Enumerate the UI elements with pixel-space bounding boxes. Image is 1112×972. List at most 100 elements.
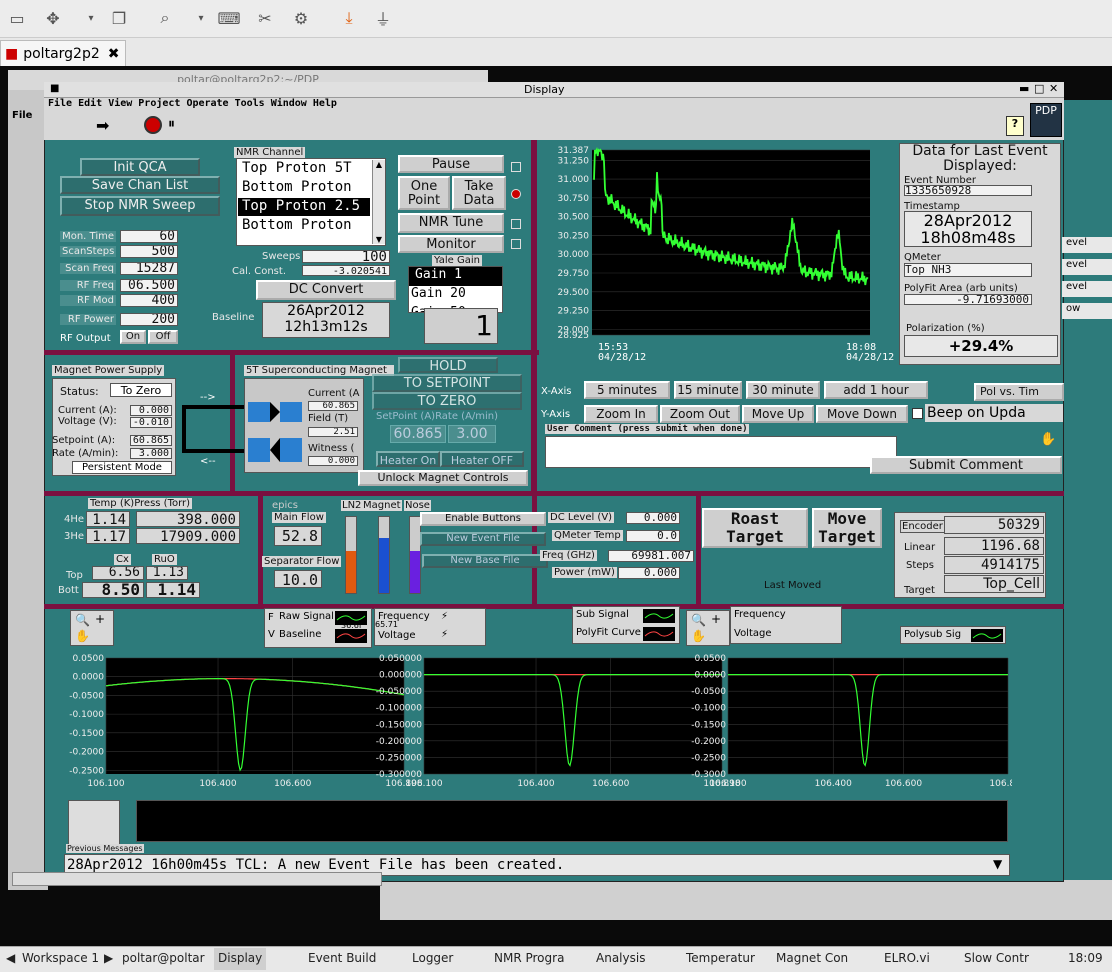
taskbar-item[interactable]: Logger: [412, 948, 453, 970]
y-axis-button[interactable]: Move Up: [742, 405, 814, 423]
session-tab[interactable]: ■ poltarg2p2 ✖: [0, 40, 126, 66]
scroll-down-icon[interactable]: ▼: [373, 235, 385, 244]
field-value[interactable]: 200: [120, 313, 178, 326]
help-icon[interactable]: ?: [1006, 116, 1024, 136]
submit-comment-button[interactable]: Submit Comment: [870, 456, 1062, 474]
menu-view[interactable]: View: [108, 98, 132, 112]
hand-icon[interactable]: ✋: [75, 629, 90, 643]
zoom-icon[interactable]: ⌕: [152, 6, 178, 30]
hand-icon[interactable]: ✋: [1040, 432, 1056, 447]
baseline-checkbox[interactable]: V: [268, 629, 275, 640]
dropdown-icon[interactable]: ▾: [78, 6, 104, 30]
dropdown-icon[interactable]: ▾: [188, 6, 214, 30]
scrollbar[interactable]: ▲ ▼: [372, 160, 385, 244]
stop-icon[interactable]: [144, 116, 162, 134]
close-icon[interactable]: ✕: [1049, 82, 1058, 95]
nmr-channel-option[interactable]: Bottom Proton: [238, 217, 370, 235]
monitor-button[interactable]: Monitor: [398, 235, 504, 253]
enable-buttons-button[interactable]: Enable Buttons: [420, 512, 546, 526]
one-point-button[interactable]: One Point: [398, 176, 450, 210]
beep-checkbox[interactable]: [912, 408, 923, 419]
prev-workspace-icon[interactable]: ◀: [6, 948, 15, 970]
field-value[interactable]: 15287: [120, 262, 178, 275]
menu-file[interactable]: File: [48, 98, 72, 112]
bg-menu-file[interactable]: File: [12, 110, 32, 121]
scroll-up-icon[interactable]: ▲: [373, 160, 385, 169]
menu-edit[interactable]: Edit: [78, 98, 102, 112]
take-data-button[interactable]: Take Data: [452, 176, 506, 210]
nmr-channel-option[interactable]: Top Proton 2.5: [238, 198, 370, 216]
setpoint-field[interactable]: 60.865: [130, 435, 172, 446]
taskbar-item[interactable]: Event Build: [308, 948, 376, 970]
pol-vs-time-button[interactable]: Pol vs. Tim: [974, 383, 1064, 401]
save-chan-list-button[interactable]: Save Chan List: [60, 176, 220, 194]
persistent-mode-button[interactable]: Persistent Mode: [72, 461, 172, 474]
field-value[interactable]: 400: [120, 294, 178, 307]
y-axis-button[interactable]: Move Down: [816, 405, 908, 423]
x-axis-button[interactable]: add 1 hour: [824, 381, 928, 399]
pause-button[interactable]: Pause: [398, 155, 504, 173]
pause-icon[interactable]: ⏸: [168, 116, 175, 132]
field-value[interactable]: 06.500: [120, 279, 178, 292]
window-icon[interactable]: ▭: [4, 6, 30, 30]
y-axis-button[interactable]: Zoom Out: [660, 405, 740, 423]
rf-off-button[interactable]: Off: [148, 330, 178, 344]
menu-project[interactable]: Project: [138, 98, 180, 112]
x-axis-button[interactable]: 15 minute: [674, 381, 742, 399]
gain-option[interactable]: Gain 20: [409, 286, 502, 305]
menu-operate[interactable]: Operate: [186, 98, 228, 112]
settings-icon[interactable]: ⚙: [288, 6, 314, 30]
new-base-file-button[interactable]: New Base File: [422, 554, 548, 568]
menu-window[interactable]: Window: [271, 98, 307, 112]
raw-signal-checkbox[interactable]: F: [268, 612, 274, 623]
taskbar-item[interactable]: Slow Contr: [964, 948, 1029, 970]
init-qca-button[interactable]: Init QCA: [80, 158, 200, 176]
maximize-icon[interactable]: □: [1034, 82, 1044, 95]
user-comment-field[interactable]: [545, 436, 897, 468]
workspace-label[interactable]: Workspace 1: [22, 948, 99, 970]
heater-on-button[interactable]: Heater On: [376, 451, 440, 467]
field-value[interactable]: 60: [120, 230, 178, 243]
hold-button[interactable]: HOLD: [398, 357, 498, 374]
stop-nmr-sweep-button[interactable]: Stop NMR Sweep: [60, 196, 220, 216]
taskbar-item[interactable]: poltar@poltar: [122, 948, 205, 970]
y-axis-button[interactable]: Zoom In: [584, 405, 658, 423]
copy-icon[interactable]: ❐: [106, 6, 132, 30]
plug-icon[interactable]: ⏚: [370, 6, 396, 30]
taskbar-item[interactable]: Magnet Con: [776, 948, 848, 970]
menu-tools[interactable]: Tools: [235, 98, 265, 112]
new-event-file-button[interactable]: New Event File: [420, 532, 546, 546]
x-axis-button[interactable]: 5 minutes: [584, 381, 670, 399]
taskbar-item[interactable]: Temperatur: [686, 948, 755, 970]
tools-icon[interactable]: ✂: [252, 6, 278, 30]
move-icon[interactable]: ✥: [40, 6, 66, 30]
zoom-icon[interactable]: 🔍: [75, 613, 90, 627]
move-target-button[interactable]: Move Target: [812, 508, 882, 548]
dropdown-icon[interactable]: ▼: [993, 857, 1002, 871]
next-workspace-icon[interactable]: ▶: [104, 948, 113, 970]
taskbar-item[interactable]: Analysis: [596, 948, 645, 970]
crosshair-icon[interactable]: +: [95, 612, 105, 626]
horizontal-scrollbar[interactable]: [12, 872, 382, 886]
sweeps-field[interactable]: 100: [302, 250, 390, 263]
run-arrow-icon[interactable]: ➡: [96, 116, 109, 135]
nmr-tune-button[interactable]: NMR Tune: [398, 213, 504, 233]
dc-convert-button[interactable]: DC Convert: [256, 280, 396, 300]
axis-format-icon[interactable]: ⚡: [441, 611, 448, 622]
taskbar-item[interactable]: ELRO.vi: [884, 948, 930, 970]
x-axis-button[interactable]: 30 minute: [746, 381, 820, 399]
hand-icon[interactable]: ✋: [691, 629, 706, 643]
window-menu-icon[interactable]: ■: [50, 83, 59, 94]
gain-option[interactable]: Gain 1: [409, 267, 502, 286]
cal-const-field[interactable]: -3.020541: [302, 265, 390, 276]
keyboard-icon[interactable]: ⌨: [216, 6, 242, 30]
nmr-channel-option[interactable]: Bottom Proton: [238, 179, 370, 197]
close-icon[interactable]: ✖: [108, 46, 120, 62]
menu-help[interactable]: Help: [313, 98, 337, 112]
rate-field[interactable]: 3.000: [130, 448, 172, 459]
roast-target-button[interactable]: Roast Target: [702, 508, 808, 548]
crosshair-icon[interactable]: +: [711, 612, 721, 626]
minimize-icon[interactable]: ▬: [1019, 82, 1029, 95]
nmr-channel-option[interactable]: Top Proton 5T: [238, 160, 370, 178]
axis-format-icon[interactable]: ⚡: [441, 629, 448, 640]
